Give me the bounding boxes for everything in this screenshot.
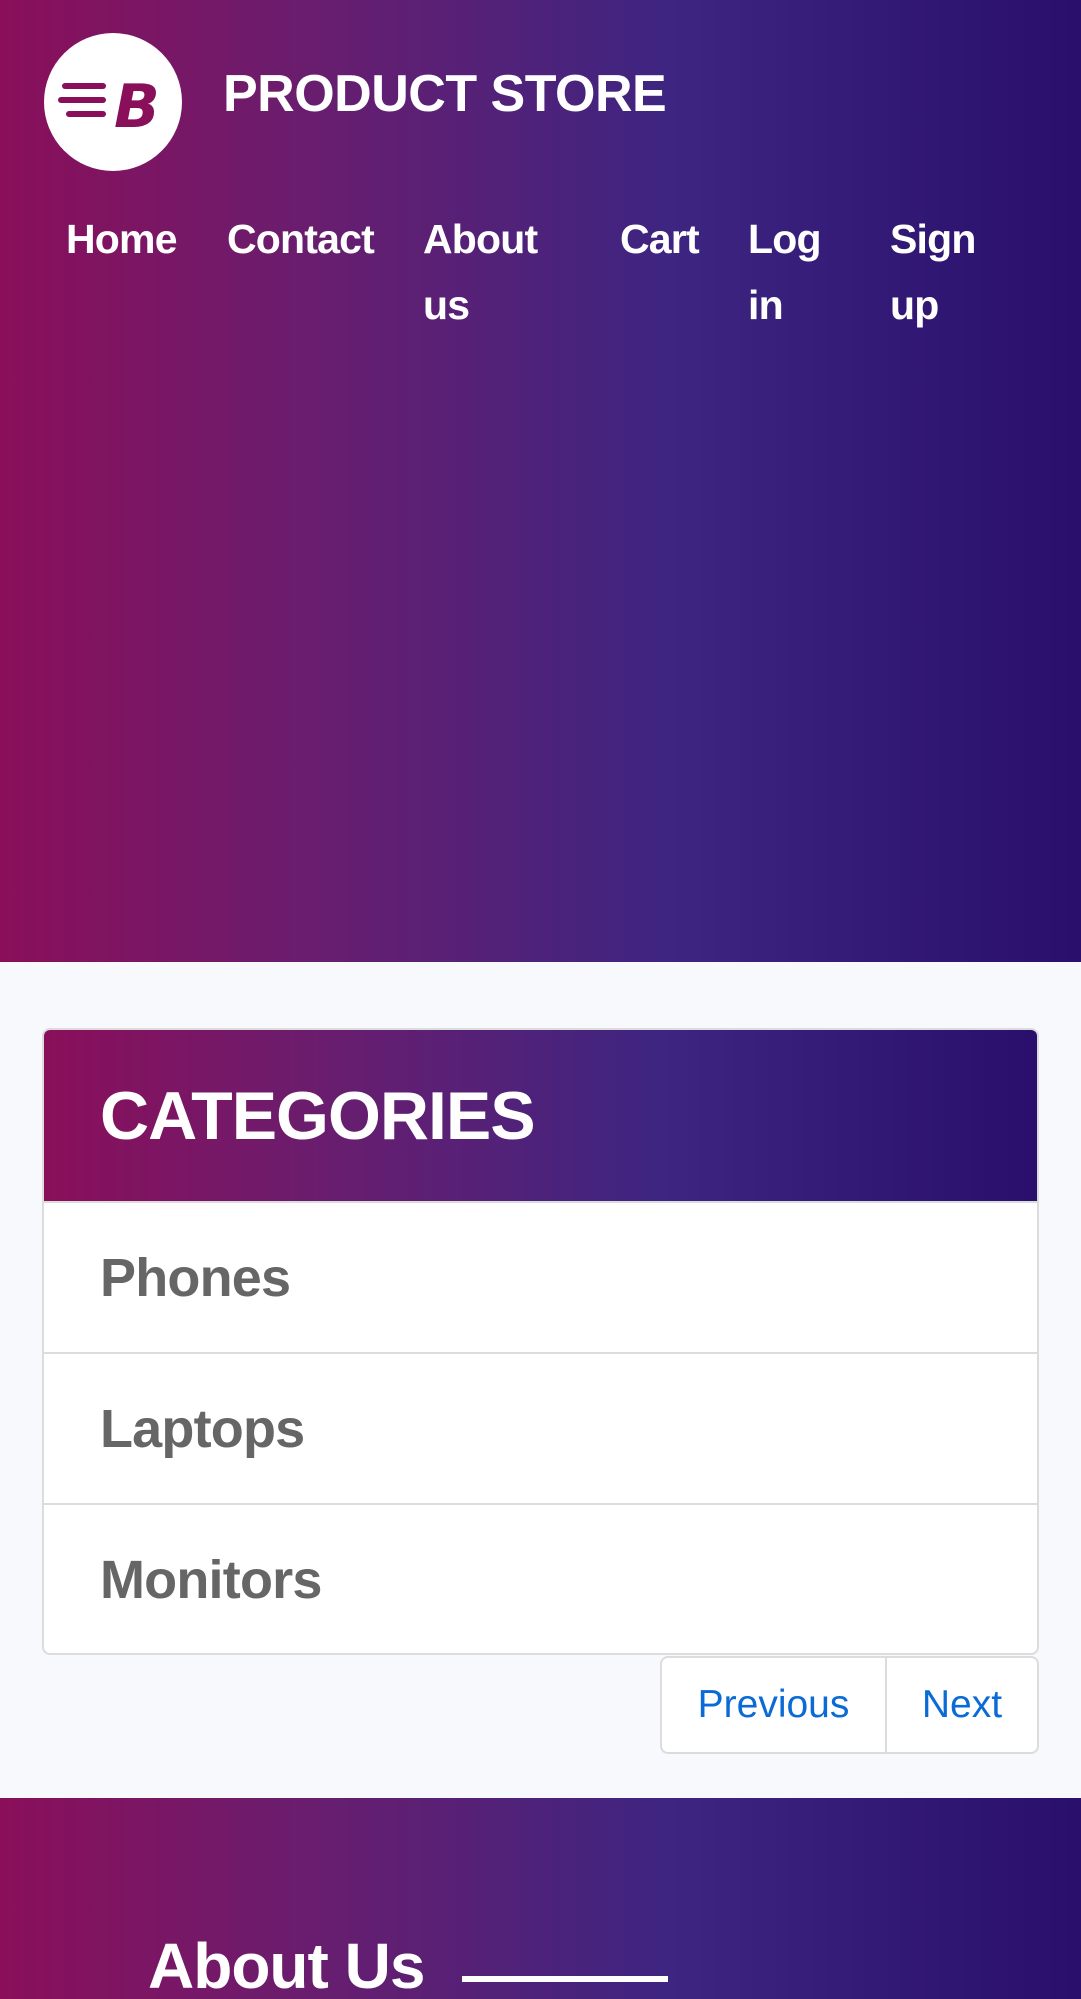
category-laptops[interactable]: Laptops <box>44 1352 1037 1503</box>
nav-log-in[interactable]: Log in <box>748 206 838 338</box>
categories-title: CATEGORIES <box>100 1078 536 1154</box>
brand-logo[interactable]: B <box>44 33 182 171</box>
nav-contact[interactable]: Contact <box>227 206 375 272</box>
categories-card: CATEGORIES Phones Laptops Monitors <box>42 1028 1039 1655</box>
category-phones[interactable]: Phones <box>44 1201 1037 1352</box>
nav-cart[interactable]: Cart <box>620 206 700 272</box>
pagination: Previous Next <box>660 1656 1039 1754</box>
nav-home[interactable]: Home <box>66 206 178 272</box>
category-label: Monitors <box>100 1550 322 1610</box>
categories-header: CATEGORIES <box>44 1030 1037 1201</box>
about-section: About Us <box>0 1798 1081 1999</box>
brand-title[interactable]: PRODUCT STORE <box>223 62 667 126</box>
category-label: Phones <box>100 1248 291 1308</box>
category-label: Laptops <box>100 1399 305 1459</box>
nav-sign-up[interactable]: Sign up <box>890 206 990 338</box>
about-divider <box>462 1976 668 1982</box>
about-title: About Us <box>148 1930 425 1999</box>
previous-button[interactable]: Previous <box>662 1658 887 1752</box>
logo-letter: B <box>114 72 160 142</box>
nav-about-us[interactable]: About us <box>423 206 573 338</box>
next-button[interactable]: Next <box>887 1658 1037 1752</box>
site-header: B PRODUCT STORE Home Contact About us Ca… <box>0 0 1081 962</box>
category-monitors[interactable]: Monitors <box>44 1503 1037 1653</box>
logo-icon: B <box>58 72 160 142</box>
